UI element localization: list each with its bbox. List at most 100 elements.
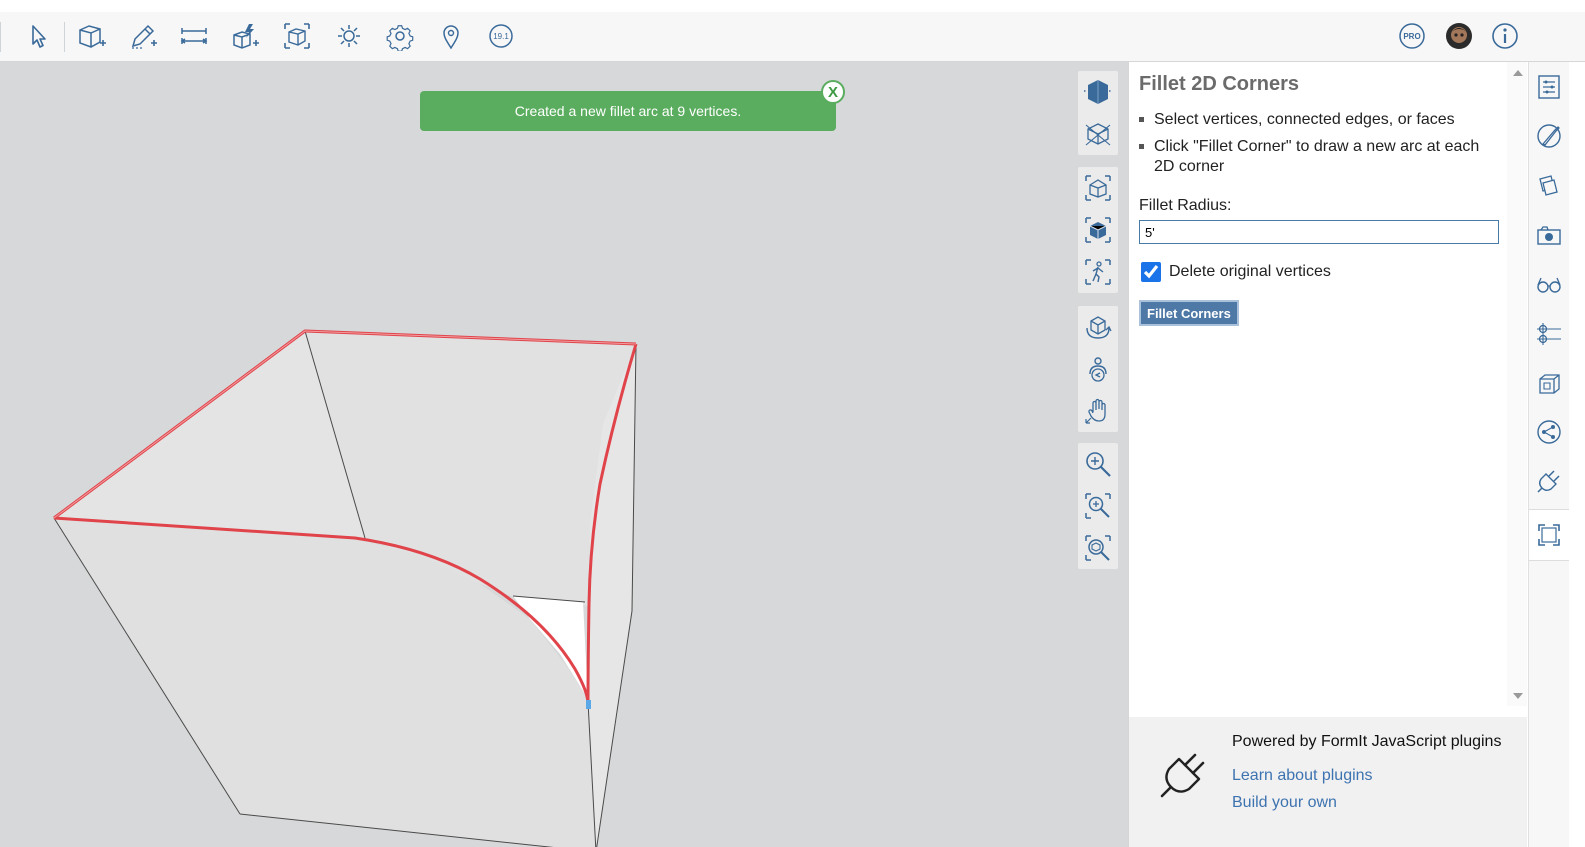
pro-button[interactable]: PRO: [1396, 20, 1428, 52]
sliders-icon: [1538, 75, 1560, 99]
walk-view-button[interactable]: [1078, 251, 1118, 293]
glasses-icon: [1537, 277, 1561, 293]
notification-message: Created a new fillet arc at 9 vertices.: [514, 103, 742, 119]
learn-about-plugins-link[interactable]: Learn about plugins: [1232, 767, 1373, 785]
model-scene[interactable]: [0, 62, 1128, 847]
cube-add-icon: [79, 25, 106, 48]
cube-lightning-icon: [233, 24, 259, 49]
scroll-up-arrow[interactable]: [1513, 70, 1523, 76]
sun-icon: [338, 25, 360, 47]
shaded-view-button[interactable]: [1078, 71, 1118, 113]
measure-tools-button[interactable]: [178, 20, 210, 52]
panel-rail: [1528, 62, 1569, 847]
plug-icon: [1160, 753, 1205, 798]
house-icon: [1085, 175, 1111, 201]
paint-brush-icon: [1537, 124, 1561, 148]
scroll-down-arrow[interactable]: [1513, 693, 1523, 699]
cube-solid-icon: [1085, 217, 1111, 243]
build-your-own-link[interactable]: Build your own: [1232, 794, 1337, 812]
avatar: [1446, 23, 1472, 49]
levels-icon: [1537, 323, 1561, 345]
fillet-radius-input[interactable]: [1139, 220, 1499, 244]
draw-tools-button[interactable]: [127, 20, 159, 52]
zoom-extents-icon: [1085, 535, 1111, 561]
info-button[interactable]: [1489, 20, 1521, 52]
materials-panel-button[interactable]: [1534, 121, 1564, 151]
visual-styles-panel-button[interactable]: [1534, 269, 1564, 299]
look-around-icon: [1089, 357, 1107, 382]
delete-vertices-checkbox[interactable]: [1141, 262, 1161, 282]
user-avatar-button[interactable]: [1443, 20, 1475, 52]
info-icon: [1492, 23, 1518, 49]
pro-label: PRO: [1403, 32, 1420, 41]
3d-viewport[interactable]: Created a new fillet arc at 9 vertices. …: [0, 62, 1128, 847]
zoom-button[interactable]: [1078, 443, 1118, 485]
home-view-button[interactable]: [1078, 167, 1118, 209]
plugin-footer: Powered by FormIt JavaScript plugins Lea…: [1129, 717, 1527, 847]
layers-icon: [1539, 175, 1558, 196]
isometric-view-button[interactable]: [1078, 209, 1118, 251]
close-icon: X: [827, 83, 838, 101]
pro-badge-icon: PRO: [1399, 23, 1425, 49]
group-tools-button[interactable]: [281, 20, 313, 52]
section-view-button[interactable]: [1078, 113, 1118, 155]
look-around-button[interactable]: [1078, 348, 1118, 390]
settings-button[interactable]: [384, 20, 416, 52]
fillet-corners-button[interactable]: Fillet Corners: [1139, 300, 1239, 326]
pan-button[interactable]: [1078, 390, 1118, 432]
group-cube-icon: [284, 23, 310, 49]
navigation-group: [1078, 306, 1118, 432]
fillet-radius-label: Fillet Radius:: [1139, 197, 1232, 214]
toolbar-separator: [64, 22, 65, 52]
gear-icon: [386, 25, 414, 51]
scenes-panel-button[interactable]: [1534, 220, 1564, 250]
section-cube-icon: [1085, 123, 1111, 146]
version-button[interactable]: 19.1: [485, 20, 517, 52]
plugins-panel-button[interactable]: [1534, 466, 1564, 496]
groups-panel-button[interactable]: [1534, 368, 1564, 398]
magnifier-plus-icon: [1086, 452, 1111, 477]
hexagon-solid-icon: [1084, 80, 1112, 104]
zoom-group: [1078, 443, 1118, 569]
zoom-window-button[interactable]: [1078, 485, 1118, 527]
alter-tools-button[interactable]: [229, 20, 261, 52]
fullscreen-icon: [1538, 524, 1560, 546]
notification-close-button[interactable]: X: [821, 80, 845, 104]
version-label: 19.1: [493, 32, 509, 41]
select-tool-button[interactable]: [22, 20, 54, 52]
hand-icon: [1085, 398, 1106, 424]
fullscreen-button[interactable]: [1529, 509, 1569, 561]
share-panel-button[interactable]: [1534, 417, 1564, 447]
walking-person-icon: [1085, 259, 1111, 285]
location-button[interactable]: [435, 20, 467, 52]
solid-tools-button[interactable]: [75, 20, 107, 52]
view-mode-group: [1078, 71, 1118, 155]
panel-scrollbar[interactable]: [1507, 62, 1527, 706]
map-pin-icon: [443, 25, 459, 50]
group-boxes-icon: [1539, 374, 1560, 394]
notification-toast: Created a new fillet arc at 9 vertices.: [420, 91, 836, 131]
levels-panel-button[interactable]: [1534, 319, 1564, 349]
pencil-icon: [131, 24, 157, 49]
zoom-extents-button[interactable]: [1078, 527, 1118, 569]
powered-by-text: Powered by FormIt JavaScript plugins: [1232, 733, 1502, 750]
share-icon: [1537, 420, 1561, 444]
camera-icon: [1537, 226, 1561, 245]
delete-vertices-label: Delete original vertices: [1169, 263, 1331, 280]
orbit-button[interactable]: [1078, 306, 1118, 348]
zoom-window-icon: [1085, 493, 1111, 519]
delete-vertices-option[interactable]: Delete original vertices: [1141, 262, 1331, 282]
lighting-button[interactable]: [333, 20, 365, 52]
version-badge-icon: 19.1: [489, 24, 513, 48]
layers-panel-button[interactable]: [1534, 170, 1564, 200]
selected-vertex[interactable]: [586, 700, 591, 709]
camera-group: [1078, 167, 1118, 293]
orbit-icon: [1086, 316, 1112, 339]
main-toolbar: 19.1 PRO: [0, 0, 1585, 62]
instruction-item: Click "Fillet Corner" to draw a new arc …: [1139, 137, 1494, 177]
panel-title: Fillet 2D Corners: [1139, 73, 1300, 95]
plug-icon: [1537, 470, 1560, 493]
properties-panel-button[interactable]: [1534, 72, 1564, 102]
instruction-item: Select vertices, connected edges, or fac…: [1139, 110, 1494, 130]
toolbar-separator: [0, 22, 1, 52]
